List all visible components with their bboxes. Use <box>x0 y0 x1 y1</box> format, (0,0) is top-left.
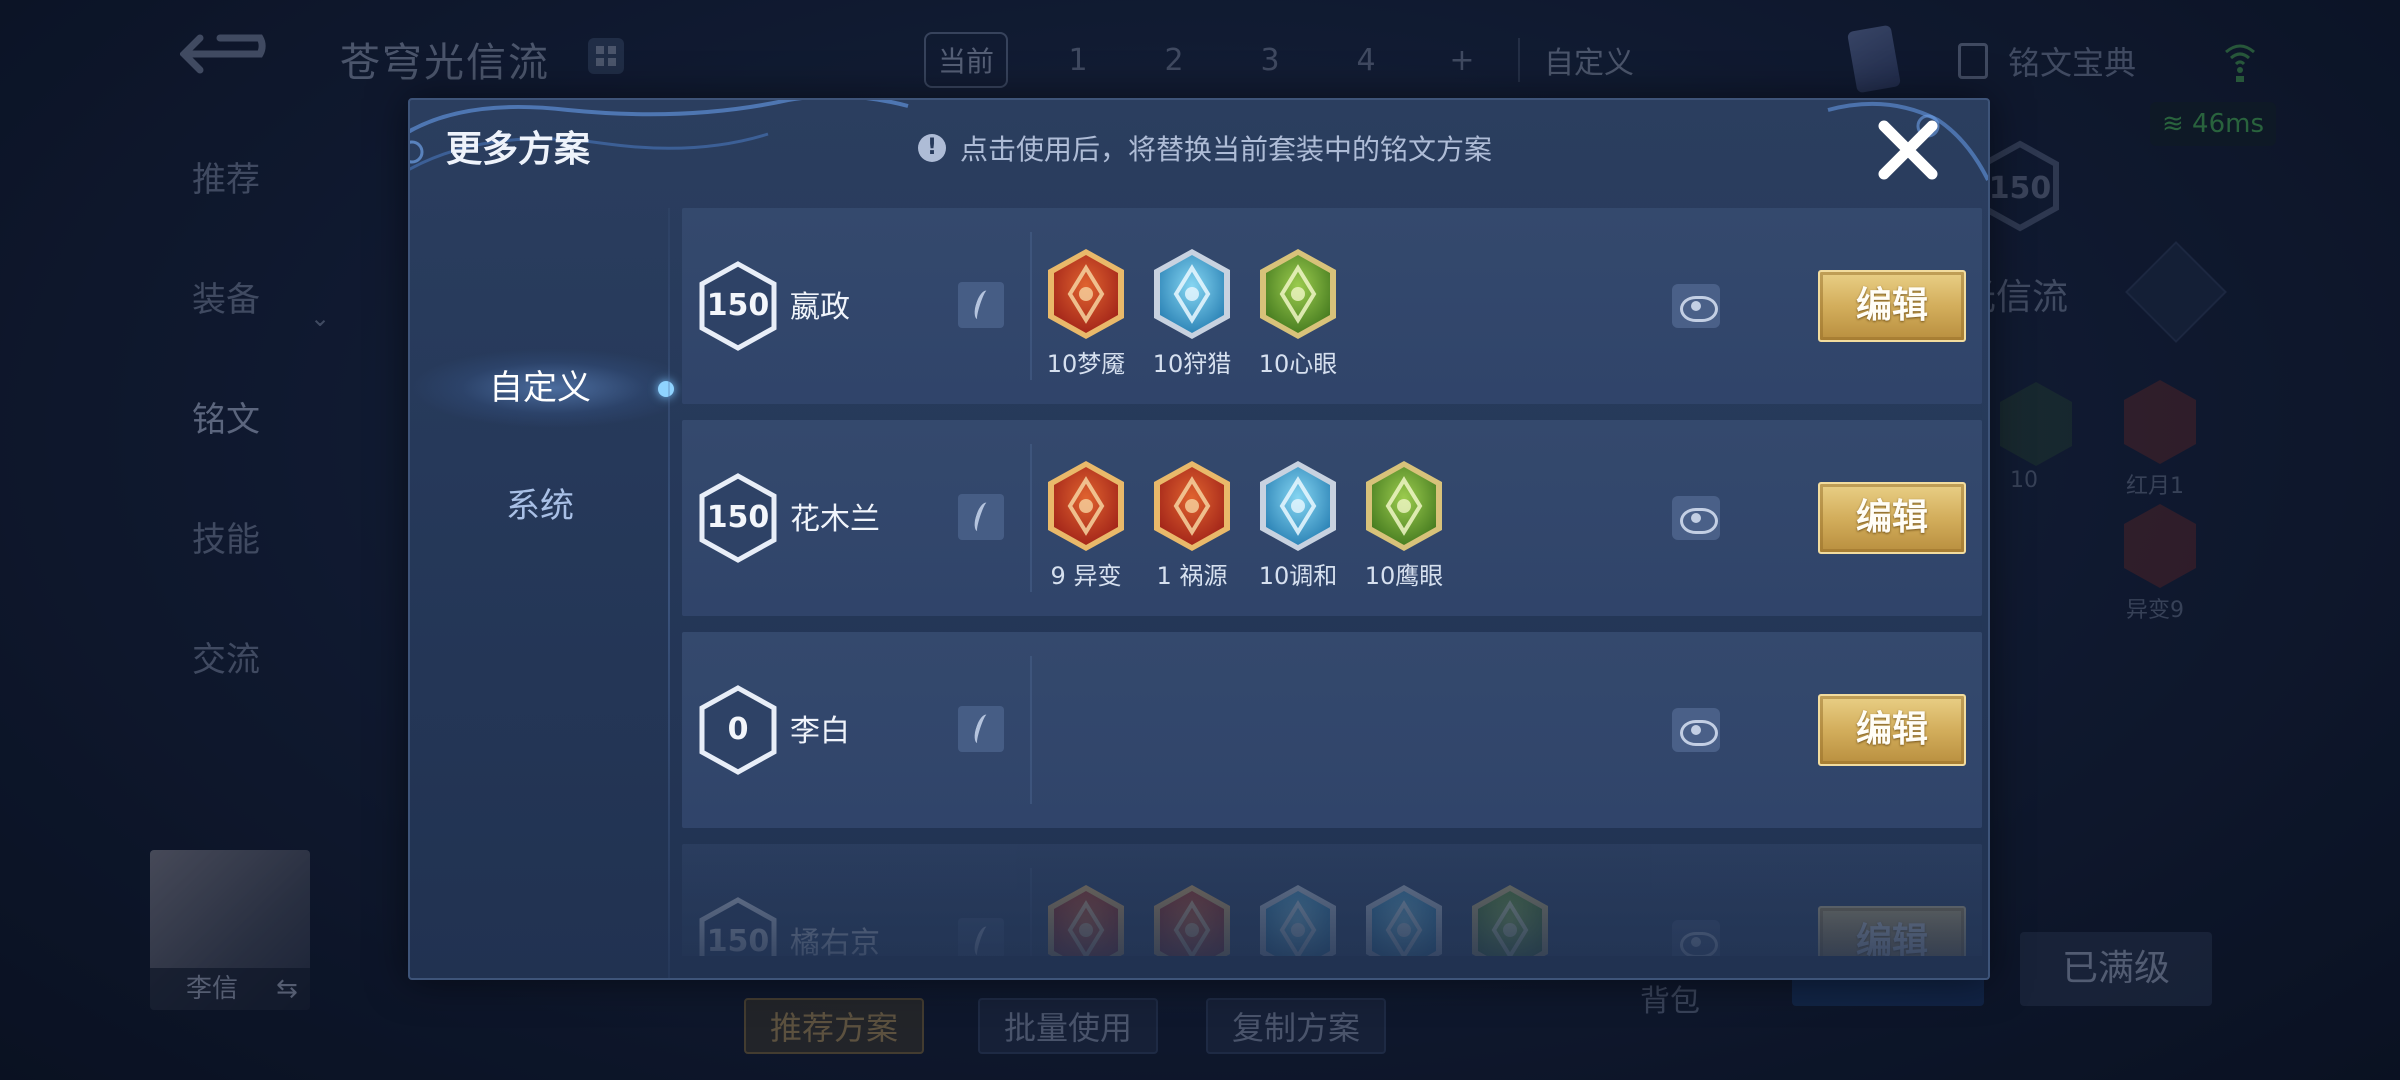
divider <box>1030 656 1032 804</box>
plan-level: 150 <box>706 924 770 956</box>
eye-icon[interactable] <box>1672 708 1720 752</box>
mengyan-rune-icon <box>1044 246 1128 342</box>
rune-slot <box>1044 882 1128 956</box>
plan-name: 橘右京 <box>790 926 880 956</box>
blue-rune-icon <box>1256 882 1340 956</box>
plan-row[interactable]: 150 橘右京 编辑 <box>682 844 1982 956</box>
rune-slot: 10调和 <box>1256 458 1340 591</box>
rename-icon[interactable] <box>958 282 1004 328</box>
tab-system-plans[interactable]: 系统 <box>410 466 670 546</box>
red-rune-icon <box>1044 882 1128 956</box>
edit-button[interactable]: 编辑 <box>1818 270 1966 342</box>
green-rune-icon <box>1468 882 1552 956</box>
eye-icon[interactable] <box>1672 496 1720 540</box>
rename-icon[interactable] <box>958 494 1004 540</box>
plan-category-tabs: 自定义 系统 <box>410 208 674 978</box>
close-icon[interactable] <box>1872 114 1944 186</box>
rune-slot: 10心眼 <box>1256 246 1340 379</box>
plan-list[interactable]: 150 嬴政 10梦魇 10狩猎 10心眼 编辑 150 花木兰 9 异变 1 … <box>682 208 1982 956</box>
rune-label: 10调和 <box>1258 562 1338 590</box>
edit-button[interactable]: 编辑 <box>1818 482 1966 554</box>
eye-icon[interactable] <box>1672 920 1720 956</box>
notice-text: 点击使用后，将替换当前套装中的铭文方案 <box>960 133 1493 166</box>
yingyan-rune-icon <box>1362 458 1446 554</box>
eye-icon[interactable] <box>1672 284 1720 328</box>
edit-button[interactable]: 编辑 <box>1818 694 1966 766</box>
rune-slot <box>1150 882 1234 956</box>
xinyan-rune-icon <box>1256 246 1340 342</box>
plan-level: 150 <box>706 288 770 323</box>
blue-rune-icon <box>1362 882 1446 956</box>
plan-level: 0 <box>727 712 749 747</box>
shoulie-rune-icon <box>1150 246 1234 342</box>
tab-custom-plans[interactable]: 自定义 <box>410 348 674 428</box>
rune-list: 10梦魇 10狩猎 10心眼 <box>1044 246 1340 379</box>
plan-level: 150 <box>706 500 770 535</box>
rune-slot: 9 异变 <box>1044 458 1128 591</box>
divider <box>1030 868 1032 956</box>
rune-list <box>1044 882 1552 956</box>
rune-slot <box>1468 882 1552 956</box>
yibian-rune-icon <box>1044 458 1128 554</box>
rune-slot: 1 祸源 <box>1150 458 1234 591</box>
plan-name: 李白 <box>790 714 850 749</box>
rune-slot <box>1256 882 1340 956</box>
more-plans-modal: 更多方案 ! 点击使用后，将替换当前套装中的铭文方案 自定义 系统 150 嬴政… <box>408 98 1990 980</box>
rune-label: 10梦魇 <box>1046 350 1126 378</box>
plan-name: 花木兰 <box>790 502 880 537</box>
info-icon: ! <box>918 134 946 162</box>
plan-row[interactable]: 150 花木兰 9 异变 1 祸源 10调和 10鹰眼 编辑 <box>682 420 1982 616</box>
rune-label: 10鹰眼 <box>1364 562 1444 590</box>
modal-title: 更多方案 <box>446 129 591 170</box>
plan-row[interactable]: 150 嬴政 10梦魇 10狩猎 10心眼 编辑 <box>682 208 1982 404</box>
rune-slot: 10鹰眼 <box>1362 458 1446 591</box>
active-dot-icon <box>658 381 674 397</box>
rune-label: 1 祸源 <box>1156 562 1228 590</box>
rune-list: 9 异变 1 祸源 10调和 10鹰眼 <box>1044 458 1446 591</box>
rune-label: 10狩猎 <box>1152 350 1232 378</box>
plan-row[interactable]: 0 李白 编辑 <box>682 632 1982 828</box>
edit-button[interactable]: 编辑 <box>1818 906 1966 956</box>
divider <box>1030 444 1032 592</box>
rename-icon[interactable] <box>958 918 1004 956</box>
rune-label: 9 异变 <box>1050 562 1122 590</box>
rune-slot <box>1362 882 1446 956</box>
red-rune-icon <box>1150 882 1234 956</box>
rune-label: 10心眼 <box>1258 350 1338 378</box>
plan-name: 嬴政 <box>790 290 850 325</box>
divider <box>1030 232 1032 380</box>
divider <box>668 208 670 978</box>
huoyuan-rune-icon <box>1150 458 1234 554</box>
tiaohe-rune-icon <box>1256 458 1340 554</box>
notice: ! 点击使用后，将替换当前套装中的铭文方案 <box>918 128 1492 168</box>
tab-custom-label: 自定义 <box>489 368 591 408</box>
rune-slot: 10狩猎 <box>1150 246 1234 379</box>
rune-slot: 10梦魇 <box>1044 246 1128 379</box>
rename-icon[interactable] <box>958 706 1004 752</box>
